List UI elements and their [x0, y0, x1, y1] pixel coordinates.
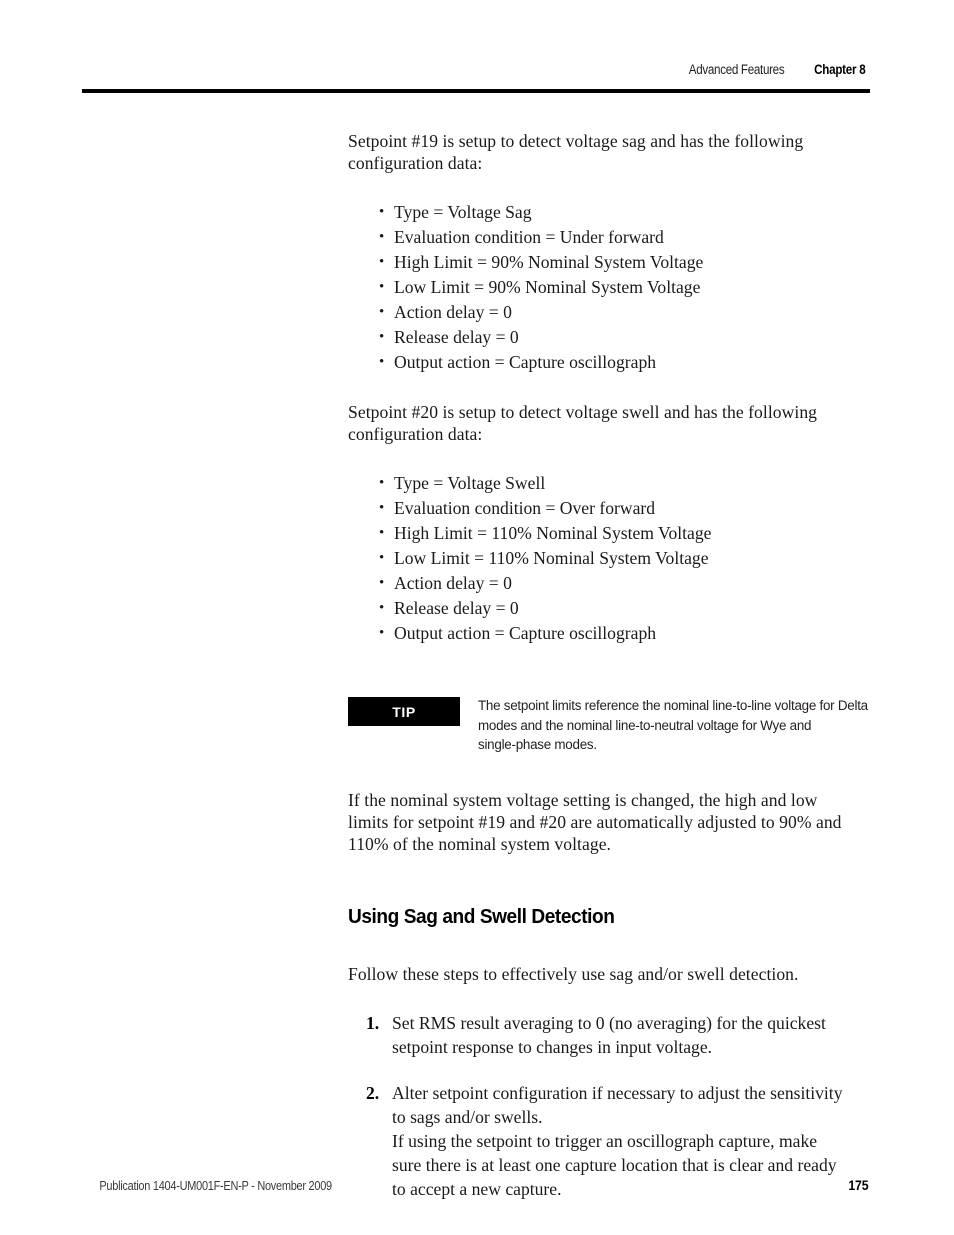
list-item: Low Limit = 110% Nominal System Voltage [348, 546, 870, 571]
nominal-voltage-note: If the nominal system voltage setting is… [348, 789, 870, 855]
list-item: Low Limit = 90% Nominal System Voltage [348, 275, 870, 300]
header-divider-rule [82, 89, 870, 93]
list-item: Type = Voltage Swell [348, 471, 870, 496]
tip-line-1: The setpoint limits reference the nomina… [478, 698, 868, 713]
list-item-text: Release delay = 0 [394, 327, 519, 347]
intro-paragraph-swell: Setpoint #20 is setup to detect voltage … [348, 401, 870, 445]
step-note-line-1: If using the setpoint to trigger an osci… [392, 1130, 818, 1151]
intro-sag-line-2: configuration data: [348, 153, 483, 173]
list-item-text: Type = Voltage Swell [394, 473, 546, 493]
document-page: Advanced Features Chapter 8 Setpoint #19… [0, 0, 954, 1235]
list-item: High Limit = 110% Nominal System Voltage [348, 521, 870, 546]
procedure-steps-list: 1. Set RMS result averaging to 0 (no ave… [348, 1011, 870, 1201]
list-item-text: Action delay = 0 [394, 573, 512, 593]
list-item: Release delay = 0 [348, 325, 870, 350]
list-item: Evaluation condition = Under forward [348, 225, 870, 250]
step-line-2: setpoint response to changes in input vo… [392, 1036, 713, 1057]
list-item-text: High Limit = 90% Nominal System Voltage [394, 252, 704, 272]
step-line-1: Alter setpoint configuration if necessar… [392, 1082, 843, 1103]
intro-sag-line-1: Setpoint #19 is setup to detect voltage … [348, 131, 804, 151]
list-item: 1. Set RMS result averaging to 0 (no ave… [348, 1011, 870, 1059]
list-item-text: Action delay = 0 [394, 302, 512, 322]
step-number: 1. [366, 1012, 380, 1033]
list-item-text: Low Limit = 110% Nominal System Voltage [394, 548, 709, 568]
list-item: Type = Voltage Sag [348, 200, 870, 225]
nominal-note-line-3: 110% of the nominal system voltage. [348, 833, 612, 854]
tip-badge: TIP [348, 697, 460, 726]
nominal-note-line-1: If the nominal system voltage setting is… [348, 789, 818, 810]
list-item-text: High Limit = 110% Nominal System Voltage [394, 523, 712, 543]
page-number: 175 [848, 1177, 869, 1193]
tip-callout: TIP The setpoint limits reference the no… [348, 696, 870, 755]
intro-swell-line-1: Setpoint #20 is setup to detect voltage … [348, 402, 818, 422]
list-item-text: Release delay = 0 [394, 598, 519, 618]
page-footer: Publication 1404-UM001F-EN-P - November … [82, 1177, 870, 1193]
step-note-line-2: sure there is at least one capture locat… [392, 1154, 837, 1175]
list-item: Action delay = 0 [348, 571, 870, 596]
intro-paragraph-sag: Setpoint #19 is setup to detect voltage … [348, 130, 870, 174]
tip-line-2: modes and the nominal line-to-neutral vo… [478, 717, 812, 733]
step-line-1: Set RMS result averaging to 0 (no averag… [392, 1012, 826, 1033]
tip-line-3: single-phase modes. [478, 737, 597, 752]
list-item: High Limit = 90% Nominal System Voltage [348, 250, 870, 275]
step-text: Set RMS result averaging to 0 (no averag… [392, 1011, 870, 1059]
running-header: Advanced Features Chapter 8 [82, 62, 870, 77]
header-chapter-label: Chapter 8 [814, 62, 866, 77]
list-item-text: Low Limit = 90% Nominal System Voltage [394, 277, 701, 297]
section-heading: Using Sag and Swell Detection [348, 904, 615, 928]
step-text: Alter setpoint configuration if necessar… [392, 1081, 870, 1129]
step-number: 2. [366, 1082, 380, 1103]
swell-config-list: Type = Voltage Swell Evaluation conditio… [348, 471, 870, 646]
follow-steps-intro: Follow these steps to effectively use sa… [348, 963, 799, 984]
list-item-text: Output action = Capture oscillograph [394, 352, 657, 372]
list-item-text: Type = Voltage Sag [394, 202, 532, 222]
list-item: Output action = Capture oscillograph [348, 350, 870, 375]
list-item-text: Evaluation condition = Over forward [394, 498, 656, 518]
list-item: Action delay = 0 [348, 300, 870, 325]
list-item: Release delay = 0 [348, 596, 870, 621]
page-content: Setpoint #19 is setup to detect voltage … [348, 130, 870, 1201]
list-item-text: Evaluation condition = Under forward [394, 227, 664, 247]
list-item: Evaluation condition = Over forward [348, 496, 870, 521]
header-section-title: Advanced Features [689, 62, 785, 77]
tip-body-text: The setpoint limits reference the nomina… [478, 696, 870, 755]
intro-swell-line-2: configuration data: [348, 424, 483, 444]
list-item-text: Output action = Capture oscillograph [394, 623, 657, 643]
publication-reference: Publication 1404-UM001F-EN-P - November … [99, 1179, 332, 1193]
nominal-note-line-2: limits for setpoint #19 and #20 are auto… [348, 811, 842, 832]
sag-config-list: Type = Voltage Sag Evaluation condition … [348, 200, 870, 375]
step-line-2: to sags and/or swells. [392, 1106, 543, 1127]
list-item: Output action = Capture oscillograph [348, 621, 870, 646]
